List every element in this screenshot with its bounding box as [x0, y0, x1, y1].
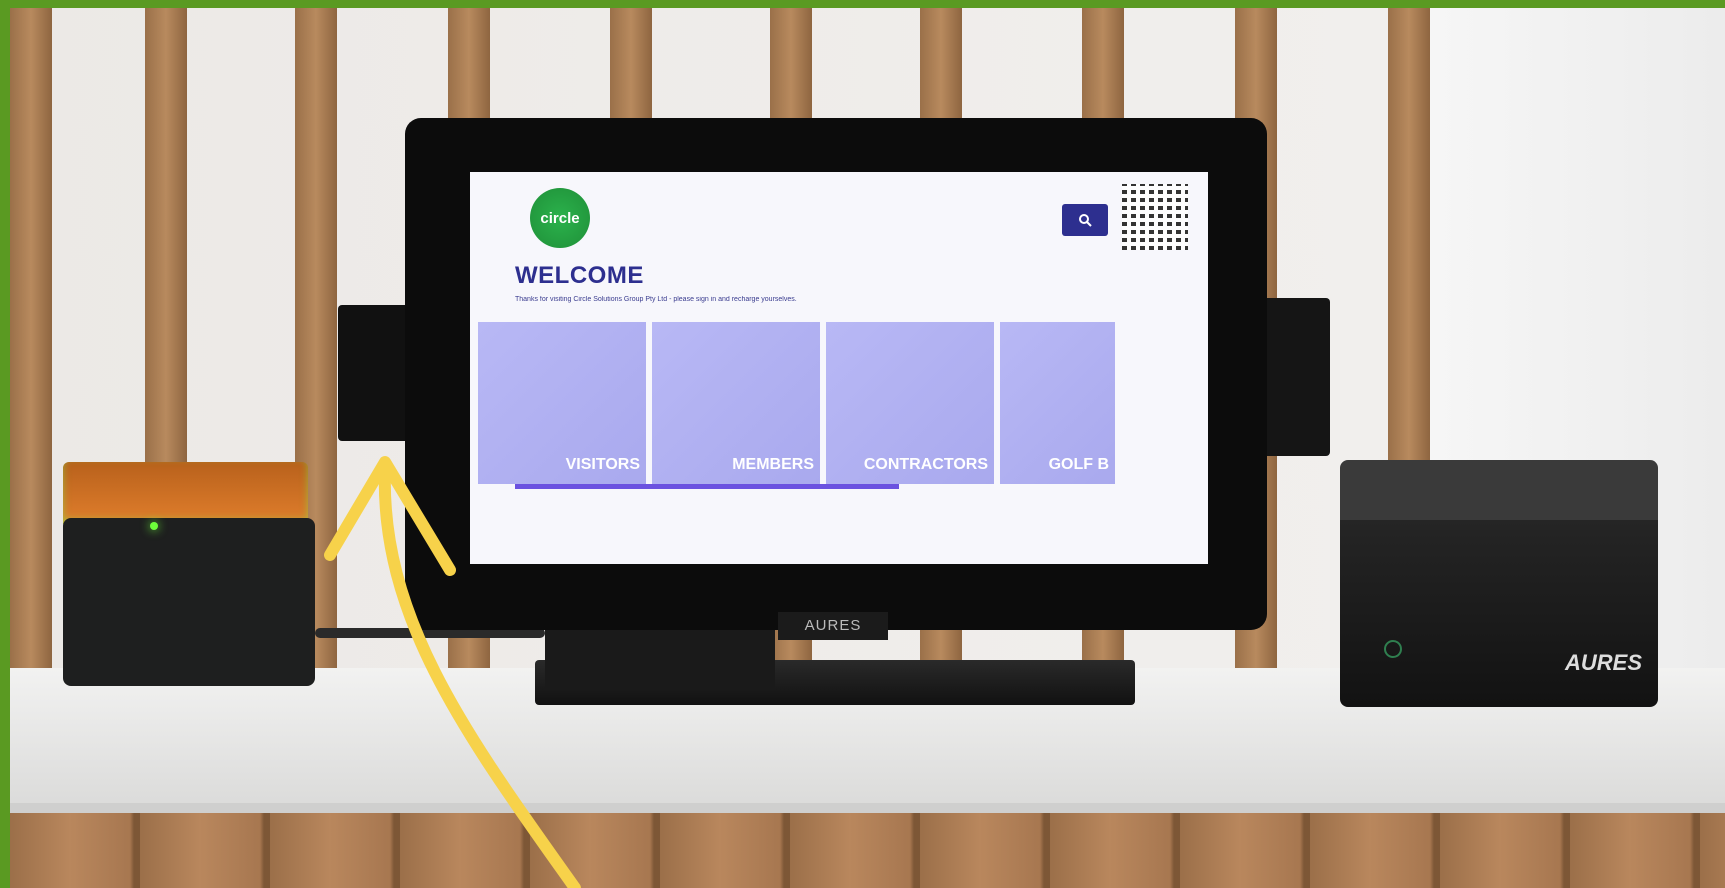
arrow-icon	[378, 464, 581, 888]
arrow-annotation	[324, 456, 581, 888]
